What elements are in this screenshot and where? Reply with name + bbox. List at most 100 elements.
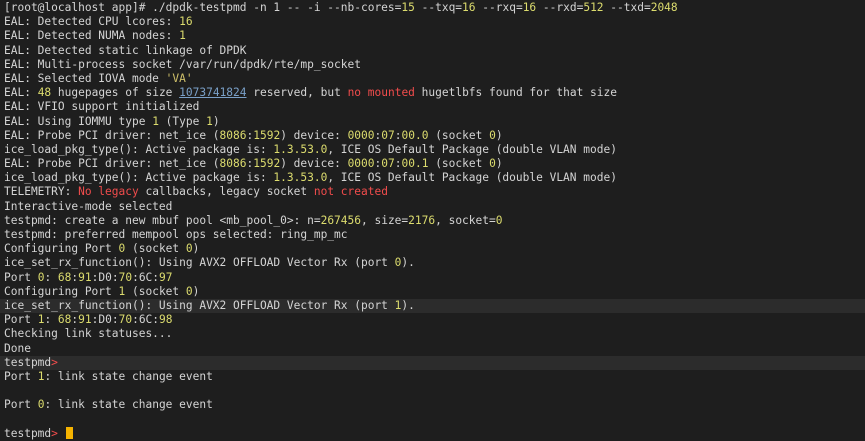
line-text-segment: ice_load_pkg_type(): Active package is: (4, 171, 274, 185)
terminal-line: EAL: Detected NUMA nodes: 1 (0, 29, 865, 43)
line-text-segment: 1 (179, 29, 186, 43)
line-text-segment: 0 (489, 157, 496, 171)
line-text-segment: not created (313, 185, 388, 199)
line-text-segment: :6C: (132, 270, 160, 284)
line-text-segment: Port (4, 313, 38, 327)
line-text-segment: ) (192, 284, 200, 298)
line-text-segment: 1.3.53.0 (273, 142, 328, 156)
line-text-segment: 48 (37, 86, 52, 100)
line-text-segment: 0 (185, 242, 193, 256)
line-text-segment: 1592 (253, 157, 281, 171)
line-text-segment: Port (4, 369, 38, 383)
line-text-segment: ). (401, 298, 415, 312)
line-text-segment: ). (401, 256, 415, 270)
line-text-segment: EAL: Detected static linkage of DPDK (4, 43, 247, 57)
line-text-segment: (socket (428, 157, 490, 171)
line-text-segment: (socket (125, 242, 186, 256)
prompt-text: testpmd (4, 426, 52, 440)
line-text-segment: No legacy (78, 185, 139, 199)
prompt-text: > (51, 355, 58, 369)
line-text-segment: ice_set_rx_function(): Using AVX2 OFFLOA… (4, 256, 395, 270)
line-text-segment: 8086 (219, 128, 247, 142)
terminal-line: ice_set_rx_function(): Using AVX2 OFFLOA… (0, 256, 865, 270)
line-text-segment: , ICE OS Default Package (double VLAN mo… (327, 142, 617, 156)
line-text-segment: Interactive-mode selected (4, 199, 173, 213)
line-text-segment: 2176 (408, 213, 436, 227)
terminal-line: EAL: Probe PCI driver: net_ice (8086: 159… (0, 157, 865, 171)
line-text-segment: testpmd: create a new mbuf pool <mb_pool… (4, 213, 321, 227)
line-text-segment: EAL: Using IOMMU type (4, 114, 153, 128)
line-text-segment: 1 (152, 114, 159, 128)
terminal-line: Port 1: link state change event (0, 370, 865, 384)
terminal-line: EAL: Multi-process socket /var/run/dpdk/… (0, 58, 865, 72)
line-text-segment: Configuring Port (4, 242, 119, 256)
terminal-line: testpmd> (0, 355, 865, 370)
line-text-segment: --rxq= (475, 1, 523, 14)
line-text-segment: --txd= (603, 1, 651, 14)
line-text-segment: 07 (381, 128, 395, 142)
line-text-segment: 91 (78, 313, 92, 327)
terminal-window[interactable]: [root@localhost app]# ./dpdk-testpmd -n … (0, 0, 865, 441)
line-text-segment: 1073741824 (179, 86, 247, 100)
line-text-segment: 16 (179, 15, 193, 29)
line-text-segment: 1.3.53.0 (273, 171, 328, 185)
line-text-segment: EAL: Multi-process socket /var/run/dpdk/… (4, 57, 361, 71)
line-text-segment: 0 (495, 213, 503, 227)
line-text-segment: 267456 (320, 213, 361, 227)
terminal-line: ice_load_pkg_type(): Active package is: … (0, 171, 865, 185)
prompt-text: > (51, 426, 65, 440)
line-text-segment: :D0: (91, 313, 119, 327)
line-text-segment: EAL: Selected IOVA mode (4, 71, 166, 85)
line-text-segment: ice_set_rx_function(): Using AVX2 OFFLOA… (4, 298, 395, 312)
terminal-line: testpmd: preferred mempool ops selected:… (0, 228, 865, 242)
terminal-line: Checking link statuses... (0, 327, 865, 341)
line-text-segment: 0 (185, 284, 193, 298)
terminal-line: Interactive-mode selected (0, 200, 865, 214)
line-text-segment: EAL: Detected CPU lcores: (4, 15, 180, 29)
line-text-segment: : (44, 270, 58, 284)
line-text-segment: 97 (159, 270, 173, 284)
line-text-segment: 98 (159, 313, 173, 327)
line-text-segment: hugepages of size (51, 86, 180, 100)
line-text-segment: 1 (206, 114, 213, 128)
line-text-segment: EAL: Probe PCI driver: net_ice ( (4, 157, 220, 171)
line-text-segment: : (394, 157, 402, 171)
line-text-segment: 1592 (253, 128, 281, 142)
line-text-segment: 512 (583, 1, 604, 14)
terminal-line: EAL: Using IOMMU type 1 (Type 1) (0, 115, 865, 129)
line-text-segment: : link state change event (44, 369, 213, 383)
line-text-segment: 00.1 (401, 157, 429, 171)
line-text-segment: hugetlbfs found for that size (414, 86, 617, 100)
line-text-segment: EAL: VFIO support initialized (4, 100, 200, 114)
line-text-segment: ) (212, 114, 220, 128)
line-text-segment: TELEMETRY: (4, 185, 79, 199)
line-text-segment: (Type (158, 114, 207, 128)
line-text-segment: Port (4, 398, 38, 412)
line-text-segment: Configuring Port (4, 284, 119, 298)
prompt-text: testpmd (4, 355, 52, 369)
line-text-segment: 07 (381, 157, 395, 171)
line-text-segment: , socket= (435, 213, 496, 227)
terminal-line: ice_load_pkg_type(): Active package is: … (0, 143, 865, 157)
line-text-segment: --rxd= (536, 1, 584, 14)
line-text-segment: 2048 (650, 1, 678, 14)
line-text-segment: no mounted (347, 86, 415, 100)
line-text-segment: ) (495, 128, 503, 142)
line-text-segment: 0000 (347, 128, 375, 142)
line-text-segment: --txq= (414, 1, 463, 14)
terminal-line: EAL: Probe PCI driver: net_ice (8086: 159… (0, 129, 865, 143)
terminal-line: EAL: Detected static linkage of DPDK (0, 44, 865, 58)
line-text-segment: Checking link statuses... (4, 327, 173, 341)
terminal-line: Done (0, 342, 865, 356)
line-text-segment: 91 (78, 270, 92, 284)
terminal-line: ice_set_rx_function(): Using AVX2 OFFLOA… (0, 298, 865, 314)
text-cursor[interactable] (65, 426, 73, 439)
terminal-line: Configuring Port 0 (socket 0) (0, 242, 865, 256)
terminal-line: Port 1: 68:91:D0:70:6C:98 (0, 313, 865, 327)
terminal-line: [root@localhost app]# ./dpdk-testpmd -n … (0, 1, 865, 15)
line-text-segment: :6C: (132, 313, 160, 327)
line-text-segment: callbacks, legacy socket (138, 185, 314, 199)
line-text-segment: 00.0 (401, 128, 429, 142)
